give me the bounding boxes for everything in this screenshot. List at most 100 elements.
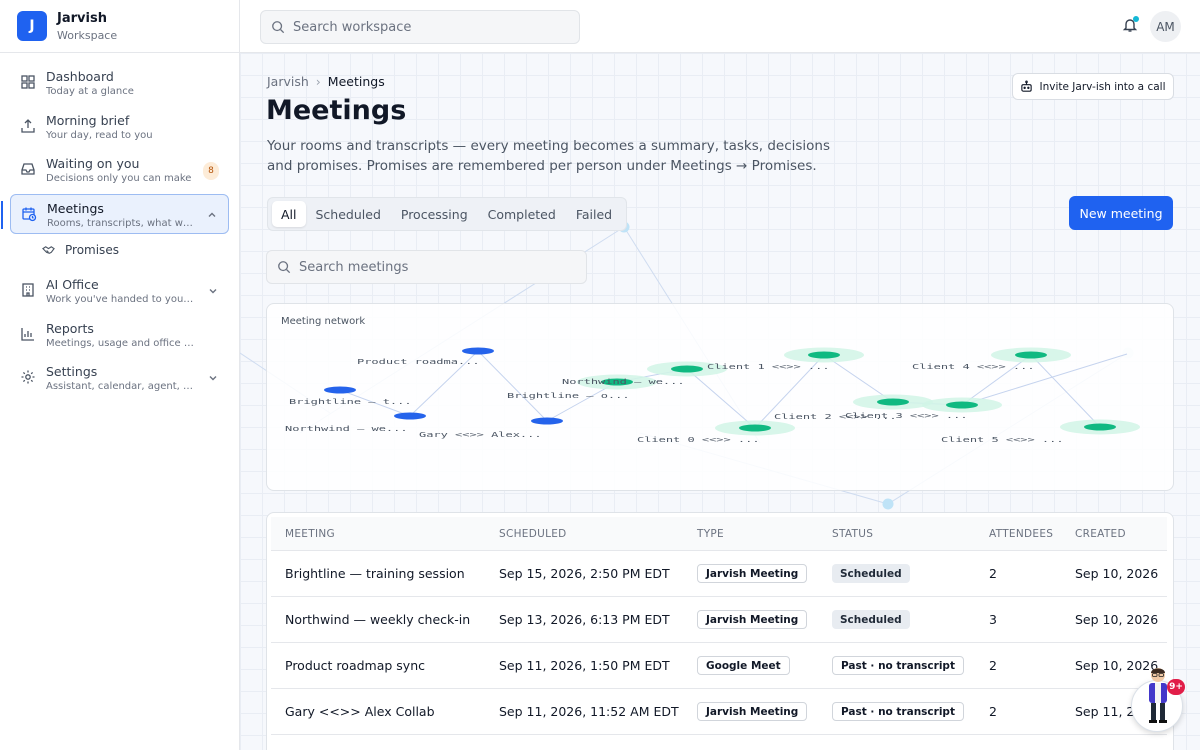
breadcrumb-root[interactable]: Jarvish xyxy=(267,74,309,89)
sidebar-item-settings[interactable]: Settings Assistant, calendar, agent, bil… xyxy=(10,358,229,398)
notification-dot xyxy=(1133,16,1139,22)
meetings-table: MEETING SCHEDULED TYPE STATUS ATTENDEES … xyxy=(266,512,1174,750)
count-badge: 8 xyxy=(203,162,219,180)
meeting-name: Product roadmap sync xyxy=(285,658,425,673)
meeting-network-graph[interactable]: Product roadma... Brightline — t... Northw… xyxy=(267,304,1174,491)
bar-chart-icon xyxy=(21,327,34,341)
column-header-type[interactable]: TYPE xyxy=(697,528,724,540)
sidebar: J Jarvish Workspace Dashboard Today at a… xyxy=(0,0,240,750)
network-node[interactable] xyxy=(394,412,426,420)
workspace-search-input[interactable] xyxy=(293,19,573,35)
status-badge: Past · no transcript xyxy=(832,656,964,675)
tab-scheduled[interactable]: Scheduled xyxy=(306,201,391,227)
tab-all[interactable]: All xyxy=(272,201,306,227)
sidebar-item-desc: Assistant, calendar, agent, billing xyxy=(46,381,196,392)
chevron-up-icon[interactable] xyxy=(206,209,218,221)
sidebar-item-title: Settings xyxy=(46,364,98,379)
sidebar-nav: Dashboard Today at a glance Morning brie… xyxy=(0,53,239,398)
meeting-name: Brightline — training session xyxy=(285,566,465,581)
type-badge: Jarvish Meeting xyxy=(697,702,808,721)
meeting-scheduled: Sep 13, 2026, 6:13 PM EDT xyxy=(499,612,670,627)
network-node[interactable] xyxy=(808,351,840,359)
breadcrumb-current: Meetings xyxy=(327,74,385,89)
notification-count-badge: 9+ xyxy=(1167,679,1185,695)
sidebar-subitem-promises[interactable]: Promises xyxy=(42,237,239,263)
table-row[interactable]: Product roadmap sync Sep 11, 2026, 1:50 … xyxy=(271,643,1167,689)
robot-icon xyxy=(1021,80,1033,92)
tab-failed[interactable]: Failed xyxy=(566,201,622,227)
network-node[interactable] xyxy=(1084,423,1116,431)
table-row[interactable]: Gary <<>> Alex Collab Sep 11, 2026, 11:5… xyxy=(271,689,1167,735)
network-node[interactable] xyxy=(671,365,703,373)
meeting-name: Northwind — weekly check-in xyxy=(285,612,471,627)
invite-into-call-button[interactable]: Invite Jarv-ish into a call xyxy=(1012,73,1174,100)
type-badge: Google Meet xyxy=(697,656,790,675)
meetings-search-input[interactable] xyxy=(299,259,579,275)
network-node[interactable] xyxy=(462,347,494,355)
sidebar-item-desc: Meetings, usage and office activity xyxy=(46,337,196,349)
column-header-created[interactable]: CREATED xyxy=(1075,528,1126,540)
network-node[interactable] xyxy=(877,398,909,406)
network-node-label: Product roadma... xyxy=(357,358,480,366)
type-badge: Jarvish Meeting xyxy=(697,610,808,629)
meeting-attendees: 2 xyxy=(989,704,997,719)
column-header-meeting[interactable]: MEETING xyxy=(285,528,335,540)
sidebar-item-dashboard[interactable]: Dashboard Today at a glance xyxy=(10,63,229,103)
network-node-label: Gary <<>> Alex... xyxy=(419,431,542,439)
brand[interactable]: J Jarvish Workspace xyxy=(0,0,239,53)
calendar-clock-icon xyxy=(22,207,37,221)
sidebar-item-ai-office[interactable]: AI Office Work you've handed to your age… xyxy=(10,271,229,311)
sidebar-subitem-label: Promises xyxy=(65,243,119,257)
new-meeting-button[interactable]: New meeting xyxy=(1069,196,1173,230)
sidebar-item-meetings[interactable]: Meetings Rooms, transcripts, what was de… xyxy=(1,193,229,234)
upload-tray-icon xyxy=(21,118,35,133)
network-node[interactable] xyxy=(531,417,563,425)
chevron-down-icon[interactable] xyxy=(207,285,219,297)
breadcrumb-separator: › xyxy=(315,74,321,89)
sidebar-item-title: Reports xyxy=(46,320,94,336)
meeting-scheduled: Sep 11, 2026, 1:50 PM EDT xyxy=(499,658,670,673)
status-badge: Past · no transcript xyxy=(832,702,964,721)
sidebar-item-title: AI Office xyxy=(46,277,99,292)
network-node[interactable] xyxy=(946,401,978,409)
network-node-label: Client 4 <<>> ... xyxy=(912,363,1035,371)
chevron-down-icon[interactable] xyxy=(207,372,219,384)
sidebar-item-desc: Decisions only you can make xyxy=(46,173,192,184)
sidebar-item-desc: Rooms, transcripts, what was decided xyxy=(47,217,197,229)
status-tabs: All Scheduled Processing Completed Faile… xyxy=(267,197,628,231)
status-badge: Scheduled xyxy=(832,610,910,629)
network-node[interactable] xyxy=(739,424,771,432)
sidebar-item-reports[interactable]: Reports Meetings, usage and office activ… xyxy=(10,315,229,355)
page-description: Your rooms and transcripts — every meeti… xyxy=(267,138,831,174)
network-node-label: Northwind — we... xyxy=(562,378,685,386)
network-node-label: Northwind — we... xyxy=(285,425,408,433)
meetings-search[interactable] xyxy=(266,250,587,284)
gear-icon xyxy=(21,370,35,384)
table-row[interactable]: Northwind — weekly check-in Sep 13, 2026… xyxy=(271,597,1167,643)
topbar: AM xyxy=(240,0,1200,53)
table-row[interactable]: Brightline — training session Sep 15, 20… xyxy=(271,551,1167,597)
brand-logo: J xyxy=(17,11,47,41)
sidebar-item-morning-brief[interactable]: Morning brief Your day, read to you xyxy=(10,107,229,147)
meeting-created: Sep 10, 2026 xyxy=(1075,612,1159,627)
network-node-label: Brightline — t... xyxy=(289,398,412,406)
main-content: Jarvish › Meetings Invite Jarv-ish into … xyxy=(240,53,1200,750)
meeting-attendees: 3 xyxy=(989,612,997,627)
avatar[interactable]: AM xyxy=(1150,11,1181,42)
tab-completed[interactable]: Completed xyxy=(478,201,566,227)
column-header-status[interactable]: STATUS xyxy=(832,528,873,540)
network-node[interactable] xyxy=(1015,351,1047,359)
column-header-scheduled[interactable]: SCHEDULED xyxy=(499,528,567,540)
network-node[interactable] xyxy=(324,386,356,394)
handshake-icon xyxy=(42,245,55,254)
meeting-scheduled: Sep 11, 2026, 11:52 AM EDT xyxy=(499,704,679,719)
grid-icon xyxy=(21,75,35,89)
workspace-search[interactable] xyxy=(260,10,580,44)
column-header-attendees[interactable]: ATTENDEES xyxy=(989,528,1053,540)
search-icon xyxy=(278,261,291,274)
page-title: Meetings xyxy=(266,95,407,126)
inbox-icon xyxy=(21,163,35,175)
network-node-label: Client 0 <<>> ... xyxy=(637,436,760,444)
sidebar-item-waiting-on-you[interactable]: Waiting on you Decisions only you can ma… xyxy=(10,150,229,190)
tab-processing[interactable]: Processing xyxy=(391,201,478,227)
